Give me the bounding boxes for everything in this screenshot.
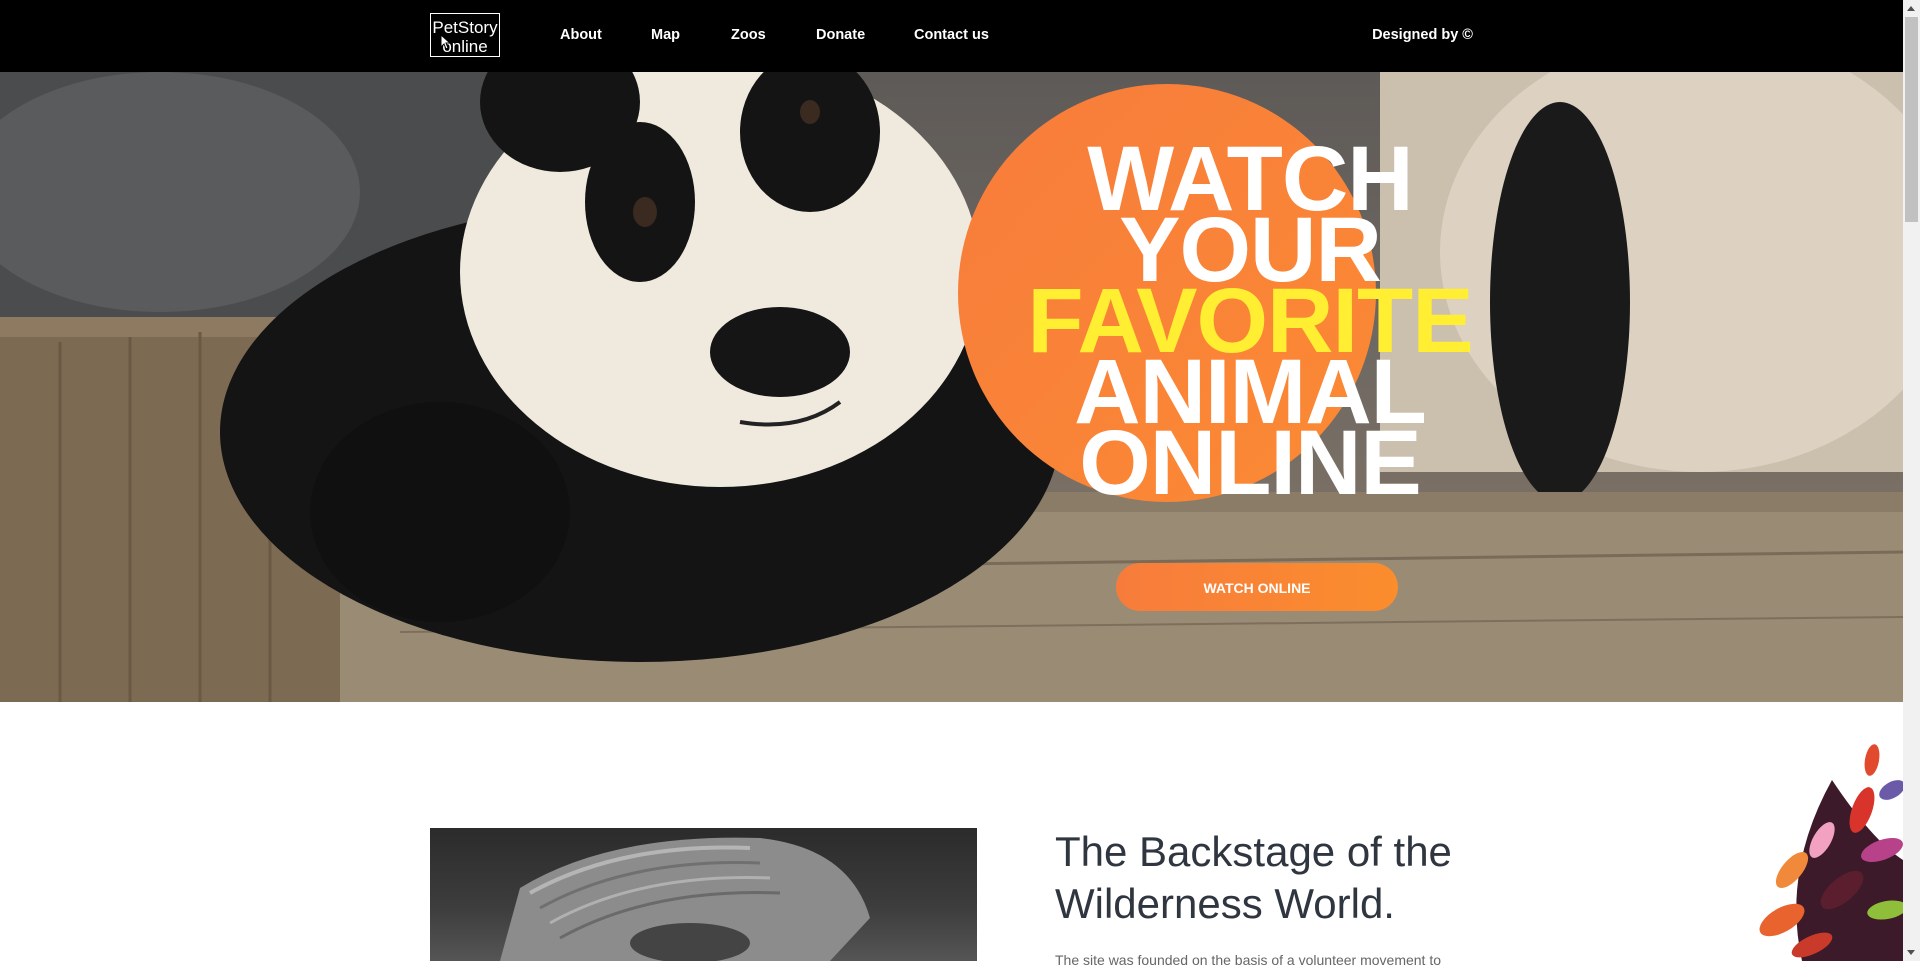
nav-link-donate[interactable]: Donate (816, 27, 865, 43)
hero-headline: WATCH YOUR FAVORITE ANIMAL ONLINE (1010, 133, 1490, 514)
scrollbar-thumb[interactable] (1905, 17, 1918, 222)
scroll-up-arrow-icon[interactable] (1907, 6, 1915, 11)
about-image (430, 828, 977, 961)
headline-line-5: ONLINE (1079, 412, 1422, 514)
hero-section: WATCH YOUR FAVORITE ANIMAL ONLINE (0, 72, 1903, 702)
page-scrollbar[interactable] (1903, 0, 1920, 961)
about-title: The Backstage of the Wilderness World. (1055, 828, 1452, 927)
nav-link-contact[interactable]: Contact us (914, 27, 989, 43)
about-paragraph: The site was founded on the basis of a v… (1055, 952, 1442, 968)
nav-link-about[interactable]: About (560, 27, 602, 43)
top-navigation: PetStory online About Map Zoos Donate Co… (0, 0, 1903, 72)
woven-hat-image (500, 837, 870, 961)
nav-link-map[interactable]: Map (651, 27, 680, 43)
panda-hero-image (0, 72, 1903, 702)
watch-online-button[interactable]: WATCH ONLINE (1116, 563, 1398, 611)
mouse-pointer-icon (440, 34, 450, 50)
scroll-down-arrow-icon[interactable] (1907, 950, 1915, 955)
designed-by-text: Designed by © (1372, 27, 1473, 43)
decorative-leaves-image (1759, 744, 1903, 961)
nav-link-zoos[interactable]: Zoos (731, 27, 766, 43)
